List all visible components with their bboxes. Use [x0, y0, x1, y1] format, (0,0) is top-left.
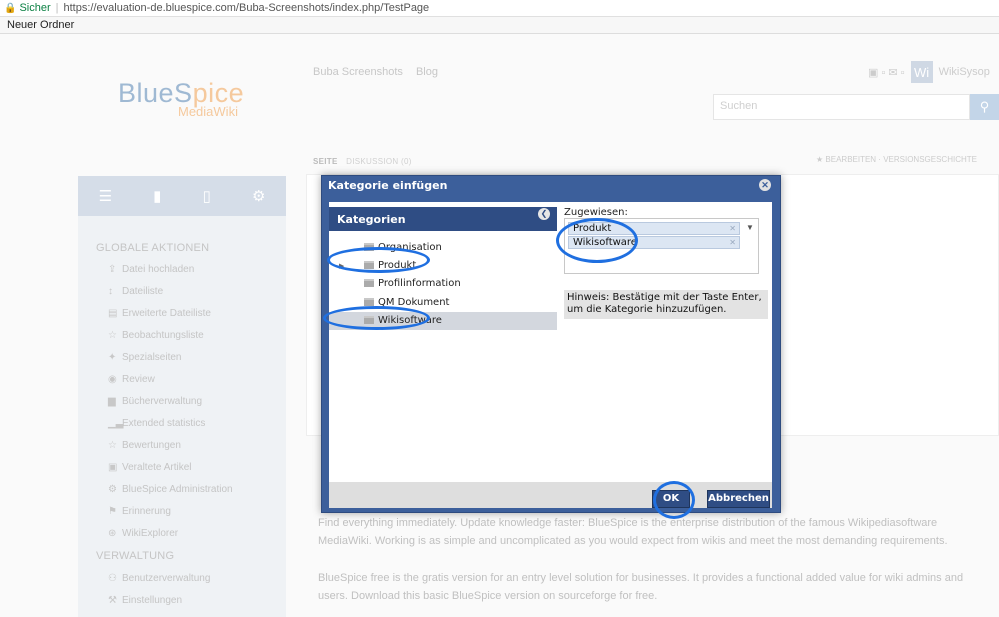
- bookmark-folder[interactable]: Neuer Ordner: [7, 19, 74, 31]
- remove-tag-icon[interactable]: ✕: [729, 223, 736, 234]
- gear-icon: ⚙: [108, 484, 117, 495]
- tab-page[interactable]: SEITE: [313, 157, 338, 166]
- book-icon: ▆: [108, 396, 116, 407]
- chart-icon: ▁▃: [108, 418, 124, 429]
- categories-header-label: Kategorien: [337, 213, 406, 226]
- sidebar-item[interactable]: ▣ Veraltete Artikel: [108, 462, 191, 473]
- avatar[interactable]: Wi: [910, 61, 933, 83]
- sidebar-heading-admin: VERWALTUNG: [96, 550, 175, 562]
- menu-icon[interactable]: ☰: [99, 187, 112, 205]
- sidebar-item[interactable]: ⚙ BlueSpice Administration: [108, 484, 233, 495]
- dialog-footer: [329, 482, 772, 508]
- search-icon: ⚲: [979, 99, 990, 114]
- sidebar-item[interactable]: ✦ Spezialseiten: [108, 352, 181, 363]
- notifications-icon[interactable]: ▣ ▫ ✉ ▫: [868, 66, 905, 79]
- sidebar-item[interactable]: ⇪ Datei hochladen: [108, 264, 194, 275]
- sidebar-item[interactable]: ☆ Beobachtungsliste: [108, 330, 204, 341]
- username-label[interactable]: WikiSysop: [939, 66, 990, 78]
- assigned-label: Zugewiesen:: [564, 207, 628, 218]
- dropdown-arrow-icon[interactable]: ▼: [746, 223, 754, 232]
- tree-item[interactable]: Profilinformation: [329, 275, 557, 293]
- address-bar[interactable]: 🔒 Sicher | https://evaluation-de.bluespi…: [0, 0, 999, 17]
- watch-star-icon[interactable]: ★: [816, 155, 825, 164]
- star-icon: ☆: [108, 440, 117, 451]
- topnav-item-buba[interactable]: Buba Screenshots: [313, 66, 403, 78]
- upload-icon: ⇪: [108, 264, 117, 275]
- categories-panel-header: Kategorien: [329, 207, 557, 231]
- special-icon: ✦: [108, 352, 117, 363]
- sidebar-item[interactable]: ⚒ Einstellungen: [108, 595, 182, 606]
- lock-icon: 🔒: [4, 2, 17, 14]
- list-icon: ▤: [108, 308, 118, 319]
- folder-icon: [364, 298, 374, 306]
- close-icon[interactable]: ✕: [759, 179, 771, 191]
- user-area: ▣ ▫ ✉ ▫ Wi WikiSysop: [868, 61, 990, 83]
- eye-icon: ◉: [108, 374, 117, 385]
- sidebar-toolbar: ☰ ▮ ▯ ⚙: [78, 176, 286, 216]
- address-separator: |: [55, 2, 59, 14]
- sidebar-item[interactable]: ◉ Review: [108, 374, 155, 385]
- sidebar-item[interactable]: ↕ Dateiliste: [108, 286, 163, 297]
- dialog-body: Kategorien ❮ Organisation ▶ Produkt Profi…: [329, 202, 772, 482]
- tab-discussion[interactable]: DISKUSSION (0): [346, 157, 412, 166]
- search-input[interactable]: Suchen: [713, 94, 970, 120]
- annotation-circle: [653, 481, 695, 519]
- flag-icon: ⚑: [108, 506, 117, 517]
- explorer-icon: ⊛: [108, 528, 117, 539]
- insert-category-dialog: Kategorie einfügen ✕ Kategorien ❮ Organi…: [321, 175, 781, 513]
- sidebar-item[interactable]: ▆ Bücherverwaltung: [108, 396, 202, 407]
- sidebar-item[interactable]: ⚑ Erinnerung: [108, 506, 171, 517]
- page-tabs: SEITE DISKUSSION (0): [313, 157, 412, 166]
- annotation-circle: [327, 247, 430, 273]
- users-icon: ⚇: [108, 573, 117, 584]
- clipboard-icon[interactable]: ▮: [153, 187, 161, 205]
- content-paragraph: Find everything immediately. Update know…: [318, 517, 948, 547]
- gear-icon[interactable]: ⚙: [252, 187, 265, 205]
- sort-icon: ↕: [108, 286, 113, 297]
- folder-icon: [364, 279, 374, 287]
- annotation-circle: [556, 218, 638, 263]
- cancel-button[interactable]: Abbrechen: [707, 490, 770, 508]
- url-text[interactable]: https://evaluation-de.bluespice.com/Buba…: [64, 2, 430, 14]
- logo-subtitle: MediaWiki: [178, 104, 238, 119]
- sidebar-item[interactable]: ▤ Erweiterte Dateiliste: [108, 308, 211, 319]
- sidebar-item[interactable]: ☆ Bewertungen: [108, 440, 181, 451]
- topnav-item-blog[interactable]: Blog: [416, 66, 438, 78]
- annotation-circle: [323, 306, 430, 330]
- search-button[interactable]: ⚲: [970, 94, 999, 120]
- page-actions: ★ BEARBEITEN · VERSIONSGESCHICHTE: [816, 155, 977, 164]
- hint-text: Hinweis: Bestätige mit der Taste Enter, …: [564, 290, 768, 319]
- wrench-icon: ⚒: [108, 595, 117, 606]
- document-icon[interactable]: ▯: [203, 187, 211, 205]
- content-paragraph: BlueSpice free is the gratis version for…: [318, 572, 964, 602]
- secure-label: Sicher: [19, 2, 51, 14]
- page-actions-label[interactable]: BEARBEITEN · VERSIONSGESCHICHTE: [825, 155, 977, 164]
- sidebar-item[interactable]: ▁▃Extended statistics: [108, 418, 205, 429]
- sidebar-item[interactable]: ⊛ WikiExplorer: [108, 528, 178, 539]
- collapse-panel-icon[interactable]: ❮: [538, 208, 550, 220]
- sidebar: GLOBALE AKTIONEN ⇪ Datei hochladen ↕ Datei…: [78, 216, 286, 617]
- sidebar-item[interactable]: ⚇ Benutzerverwaltung: [108, 573, 210, 584]
- top-navigation: Buba Screenshots Blog: [313, 66, 448, 78]
- expired-icon: ▣: [108, 462, 118, 473]
- remove-tag-icon[interactable]: ✕: [729, 237, 736, 248]
- star-icon: ☆: [108, 330, 117, 341]
- sidebar-heading-global: GLOBALE AKTIONEN: [96, 242, 210, 254]
- dialog-title: Kategorie einfügen: [328, 179, 448, 192]
- bookmarks-bar: Neuer Ordner: [0, 17, 999, 34]
